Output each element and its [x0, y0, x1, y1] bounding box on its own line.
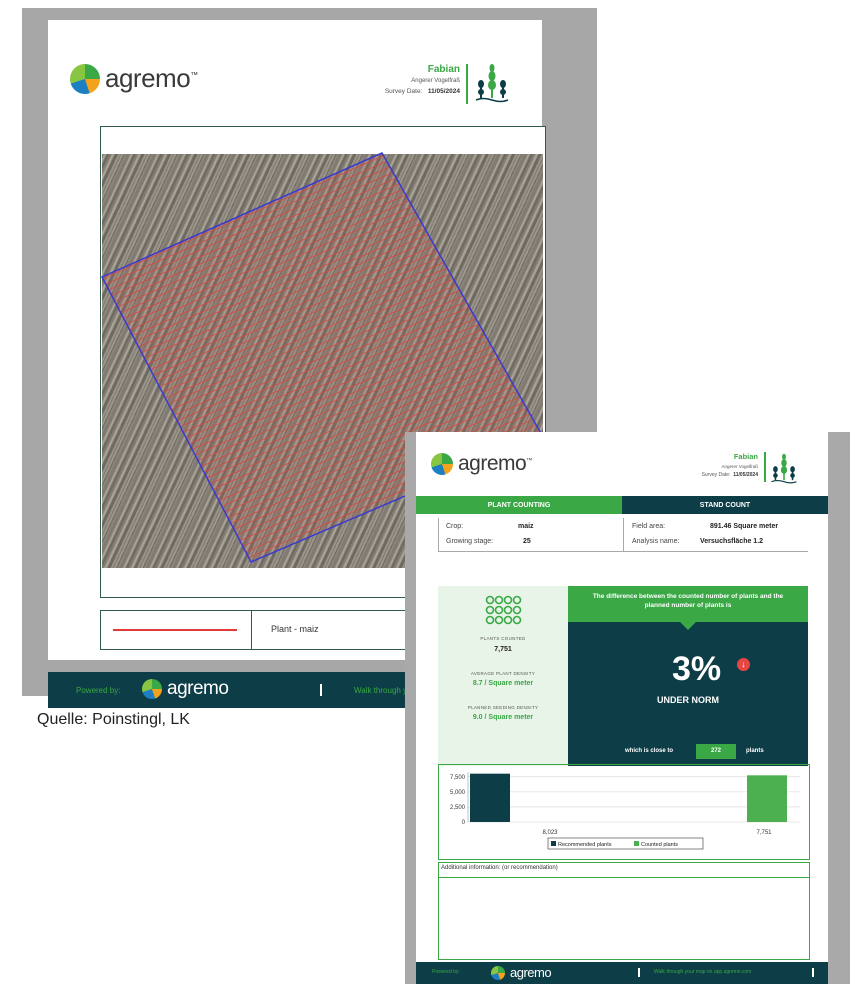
plant-row-line [88, 20, 542, 117]
report-footer: Powered by: agremo Walk through your map… [416, 962, 828, 984]
legend-swatch-counted [634, 841, 639, 846]
plant-row-line [88, 20, 542, 124]
plant-row-line [102, 153, 542, 202]
planned-density-label: PLANNED SEEDING DENSITY [467, 705, 539, 710]
legend-label-counted: Counted plants [641, 842, 678, 848]
close-to-line: which is close to 272 plants [568, 744, 808, 760]
agremo-logo: agremo™ [431, 452, 532, 476]
legend-line-swatch [113, 629, 237, 631]
plants-counted-label: PLANTS COUNTED [480, 636, 526, 641]
plant-row-line [102, 153, 542, 188]
plant-row-line [88, 20, 542, 145]
close-to-value: 272 [696, 744, 736, 759]
analysis-name-value: Versuchsfläche 1.2 [700, 538, 764, 545]
arrow-down-icon: ↓ [737, 658, 750, 671]
difference-panel: The difference between the counted numbe… [568, 586, 808, 766]
powered-by-label: Powered by: [76, 686, 121, 695]
customer-subtitle: Angerer Vogelfraß [721, 464, 758, 469]
avg-density-label: AVERAGE PLANT DENSITY [470, 671, 536, 676]
footer-logo: agremo [491, 965, 552, 980]
report-tabs: PLANT COUNTING STAND COUNT [416, 496, 828, 514]
report-page-front: agremo™ Fabian Angerer Vogelfraß Survey … [405, 432, 850, 984]
walk-through-text: Walk through your map on app.agremo.com [654, 969, 752, 975]
y-tick-label: 7,500 [450, 775, 466, 781]
plant-row-line [102, 153, 542, 167]
legend-label: Plant - maiz [271, 624, 319, 634]
field-info: Crop: maiz Growing stage: 25 Field area:… [438, 518, 808, 552]
logo-text: agremo [458, 452, 527, 475]
y-tick-label: 0 [462, 820, 466, 826]
plant-row-line [102, 153, 542, 181]
plant-row-line [88, 20, 542, 138]
survey-date-line: Survey Date: 11/05/2024 [701, 472, 758, 478]
field-area-row: Field area: 891.46 Square meter [632, 523, 779, 530]
footer-logo: agremo [142, 678, 229, 700]
customer-name: Fabian [733, 452, 758, 461]
y-tick-label: 2,500 [450, 805, 466, 811]
legend-swatch-recommended [551, 841, 556, 846]
plant-row-line [88, 20, 542, 131]
plants-bar-chart: 7,500 5,000 2,500 0 8,023 7,751 Recommended pl… [450, 772, 800, 850]
analysis-name-row: Analysis name: Versuchsfläche 1.2 [632, 538, 764, 545]
x-tick-label: 7,751 [756, 830, 772, 836]
avg-density-value: 8.7 / Square meter [472, 680, 534, 687]
report-header: Fabian Angerer Vogelfraß Survey Date: 11… [702, 452, 758, 478]
crop-value: maiz [518, 523, 534, 530]
agremo-logo-icon [142, 679, 162, 699]
growing-stage-value: 25 [523, 538, 531, 545]
growing-stage-row: Growing stage: 25 [446, 538, 531, 545]
agremo-logo-icon [431, 453, 453, 475]
plant-row-line [88, 20, 542, 152]
plant-row-line [102, 153, 542, 160]
plant-row-line [88, 20, 542, 110]
field-area-value: 891.46 Square meter [710, 523, 779, 530]
tab-plant-counting[interactable]: PLANT COUNTING [416, 496, 622, 514]
planned-density-value: 9.0 / Square meter [472, 714, 534, 721]
agremo-logo-icon [491, 965, 505, 980]
additional-info-label: Additional information: (or recommendati… [441, 865, 558, 871]
header-divider [764, 452, 766, 482]
plant-row-line [102, 153, 542, 174]
additional-info-box: Additional information: (or recommendati… [438, 862, 810, 960]
chart-bar [470, 773, 510, 822]
crop-row: Crop: maiz [446, 523, 534, 530]
plant-row-line [102, 153, 542, 209]
norm-status: UNDER NORM [657, 695, 719, 705]
legend-label-recommended: Recommended plants [558, 842, 612, 848]
tab-stand-count[interactable]: STAND COUNT [622, 496, 828, 514]
plant-row-line [102, 153, 542, 195]
crop-icon [771, 453, 797, 484]
powered-by-label: Powered by: [432, 969, 460, 975]
plants-icon [485, 595, 522, 625]
chart-bar [747, 775, 787, 822]
difference-banner: The difference between the counted numbe… [568, 586, 808, 622]
image-source-caption: Quelle: Poinstingl, LK [37, 711, 190, 728]
plant-stats-panel: PLANTS COUNTED 7,751 AVERAGE PLANT DENSI… [438, 586, 568, 766]
plants-counted-value: 7,751 [494, 646, 512, 653]
y-tick-label: 5,000 [450, 790, 466, 796]
difference-percent: 3% [672, 650, 722, 688]
x-tick-label: 8,023 [542, 830, 558, 836]
